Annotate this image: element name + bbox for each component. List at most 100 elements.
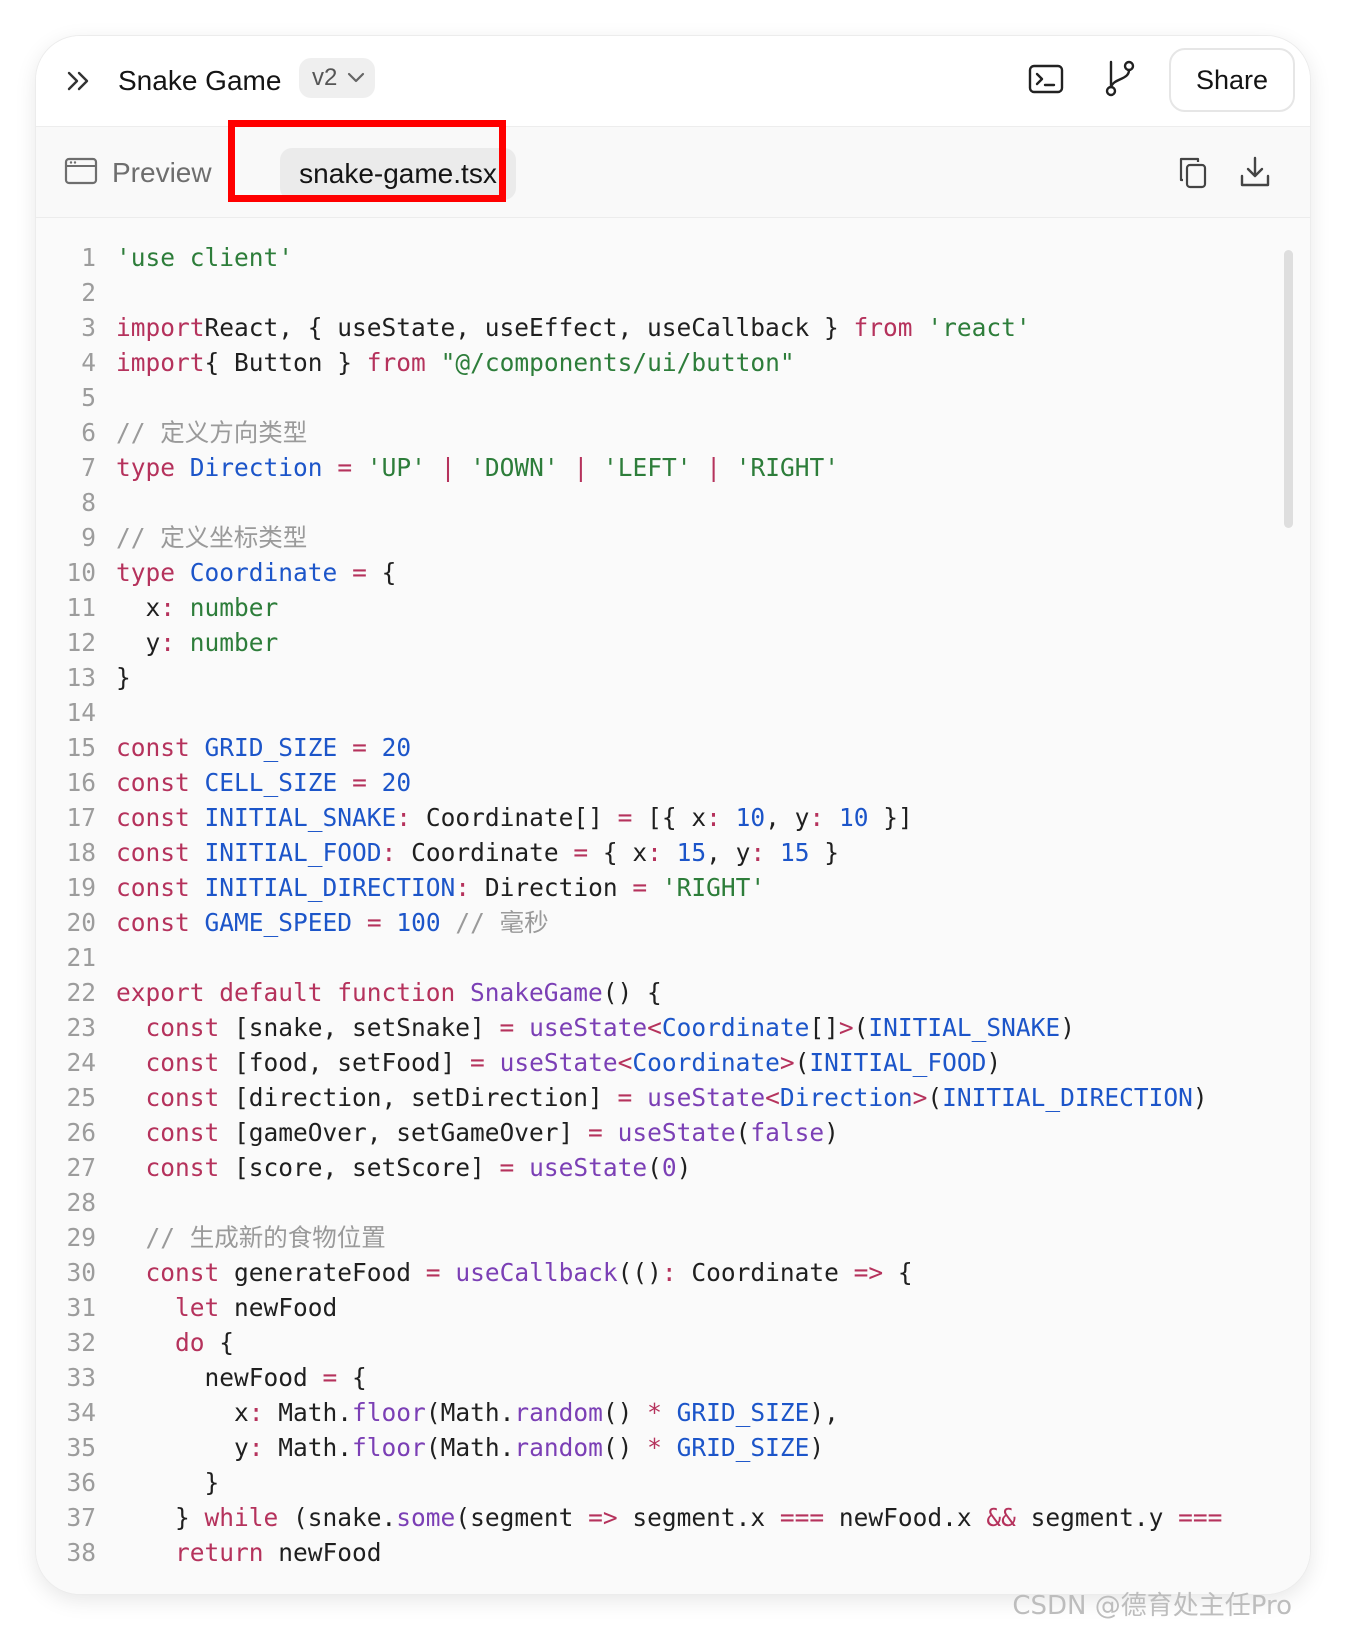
line-number: 23 [66,1013,96,1042]
code-token: newFood.x [824,1503,987,1532]
code-line: 29 // 生成新的食物位置 [36,1220,1222,1255]
version-selector[interactable]: v2 [299,58,375,98]
code-token: = [499,1013,515,1042]
code-token: : [396,803,412,832]
version-label: v2 [312,64,338,91]
code-token: = [352,733,367,762]
code-token: segment.y [1015,1503,1179,1532]
copy-icon[interactable] [1178,156,1208,190]
code-token: (snake. [278,1503,397,1532]
code-token: 20 [381,768,412,797]
terminal-icon[interactable] [1027,60,1065,98]
git-branch-icon[interactable] [1102,58,1138,98]
code-token: [gameOver, setGameOver] [219,1118,589,1147]
code-token: = [352,558,367,587]
code-line: 4 import{ Button } from "@/components/ui/… [36,345,1222,380]
code-token: React, { useState, useEffect, useCallbac… [204,313,854,342]
code-token: Direction [470,873,633,902]
code-token: number [189,628,279,657]
code-token: : [248,1433,264,1462]
chevrons-right-icon[interactable] [64,66,94,96]
code-token: 15 [779,838,810,867]
code-token: 'RIGHT' [735,453,840,482]
code-token: ( [853,1013,869,1042]
code-token: : [455,873,471,902]
code-token: Coordinate [189,558,338,587]
code-line: 24 const [food, setFood] = useState<Coor… [36,1045,1222,1080]
vertical-scrollbar[interactable] [1284,250,1293,528]
code-token: (Math. [425,1433,515,1462]
code-token: from [853,313,913,342]
code-token: { [883,1258,913,1287]
code-token: ( [647,1153,662,1182]
line-number: 36 [66,1468,96,1497]
code-token: = [470,1048,485,1077]
code-token: useCallback [455,1258,618,1287]
download-icon[interactable] [1239,155,1271,189]
code-token: [food, setFood] [219,1048,471,1077]
code-token: const [116,838,190,867]
code-token: [{ x [632,803,707,832]
code-token: const [145,1118,220,1147]
code-token: < [617,1048,633,1077]
line-number: 24 [66,1048,96,1077]
code-line: 17 const INITIAL_SNAKE: Coordinate[] = [{… [36,800,1222,835]
code-line: 15 const GRID_SIZE = 20 [36,730,1222,765]
code-token: useState [617,1118,736,1147]
code-token: ( [735,1118,751,1147]
code-token: : [661,1258,677,1287]
watermark: CSDN @德育处主任Pro [1012,1591,1292,1621]
line-number: 35 [66,1433,96,1462]
code-token: do [175,1328,205,1357]
code-line: 33 newFood = { [36,1360,1222,1395]
code-line: 8 [36,485,1222,520]
code-token: false [750,1118,825,1147]
code-token: newFood [219,1293,338,1322]
line-number: 17 [66,803,96,832]
line-number: 27 [66,1153,96,1182]
code-token: y [116,1433,249,1462]
code-token: ( [794,1048,810,1077]
code-token: = [588,1118,603,1147]
code-token: = [337,453,353,482]
code-token: const [145,1153,220,1182]
tab-file[interactable]: snake-game.tsx [280,148,516,200]
code-token: GRID_SIZE [676,1398,810,1427]
code-token: const [116,733,190,762]
code-token: } [116,1468,220,1497]
line-number: 18 [66,838,96,867]
code-token: floor [352,1398,426,1427]
code-token: export default function [116,978,456,1007]
code-token: const [145,1013,220,1042]
code-editor[interactable]: 1'use client' 2 3 importReact, { useState, … [36,218,1310,1594]
line-number: 22 [66,978,96,1007]
code-token: 10 [735,803,766,832]
code-token: GAME_SPEED [204,908,353,937]
share-button[interactable]: Share [1169,48,1295,112]
code-token: ) [824,1118,839,1147]
code-token: 20 [381,733,412,762]
line-number: 28 [66,1188,96,1217]
code-token: [] [809,1013,839,1042]
code-token: === [1178,1503,1223,1532]
code-token: : [160,593,176,622]
code-token: 'UP' [366,453,426,482]
code-token: 10 [838,803,869,832]
code-token: Direction [779,1083,913,1112]
